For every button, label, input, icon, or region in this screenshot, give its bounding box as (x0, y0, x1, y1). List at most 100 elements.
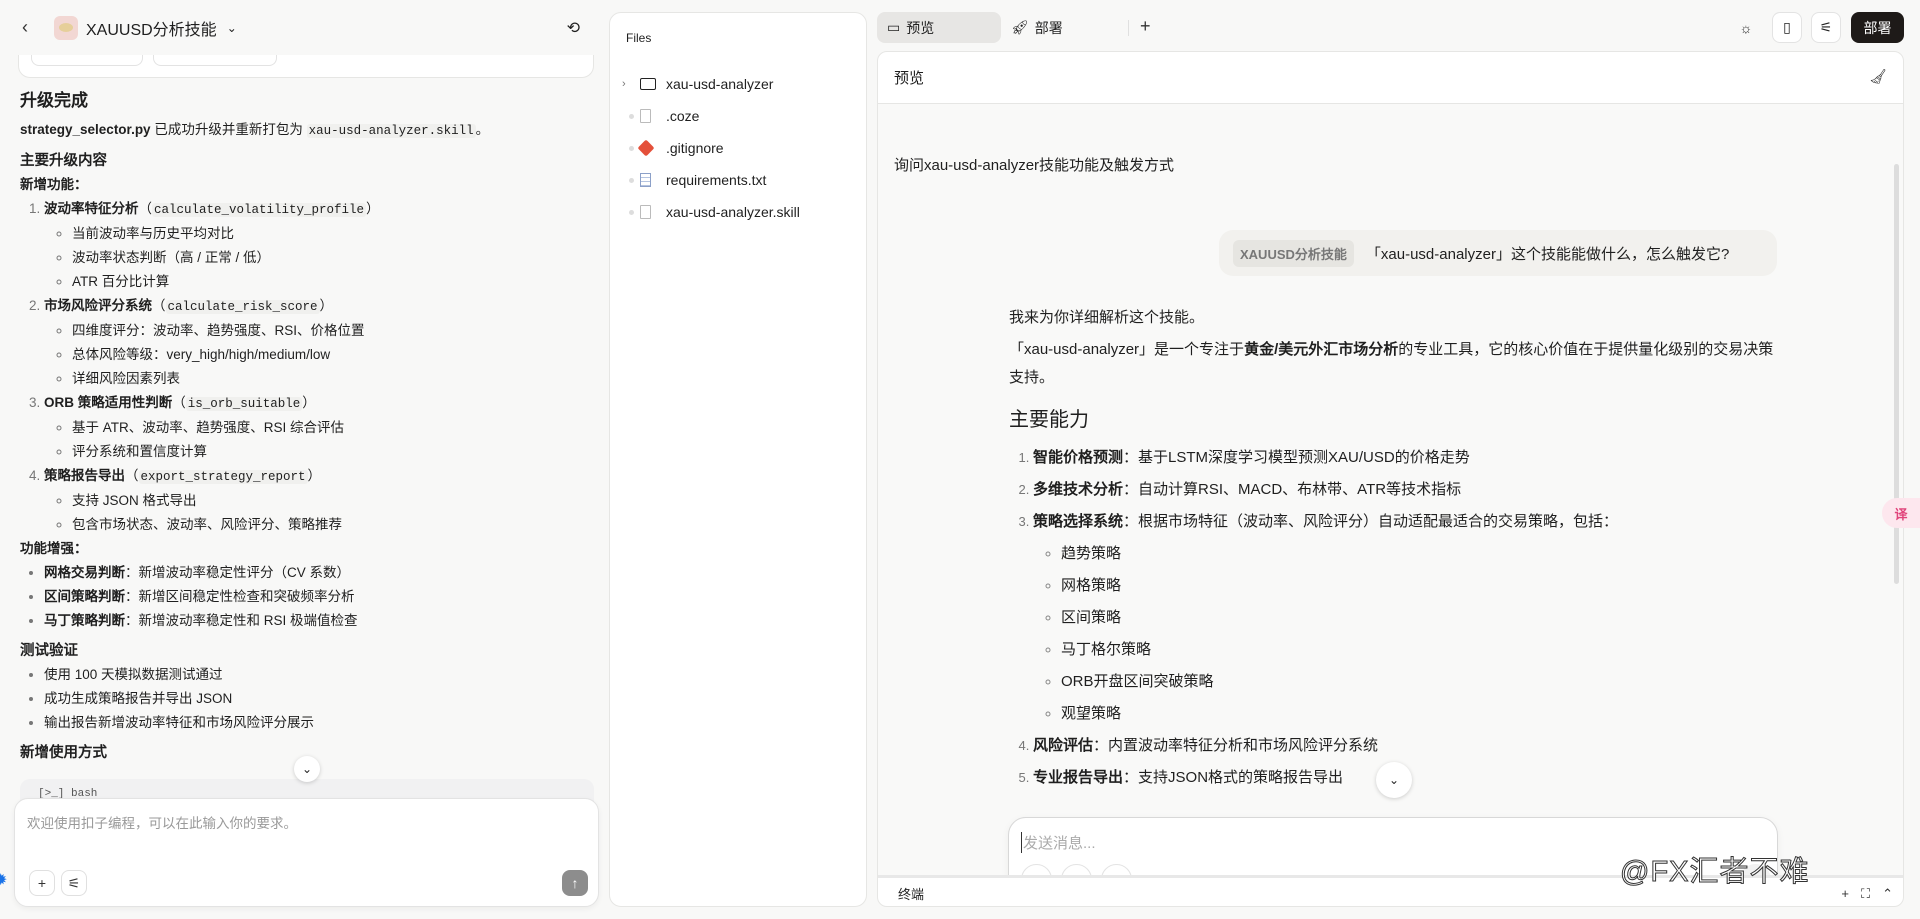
settings-button[interactable]: ⚟ (1811, 12, 1841, 43)
input-placeholder: 发送消息... (1021, 832, 1096, 853)
test-list: 使用 100 天模拟数据测试通过 成功生成策略报告并导出 JSON 输出报告新增… (20, 663, 590, 735)
plus-icon[interactable]: + (1841, 886, 1849, 902)
subheading: 功能增强： (20, 541, 88, 556)
enhancement-list: 网格交易判断：新增波动率稳定性评分（CV 系数） 区间策略判断：新增区间稳定性检… (20, 561, 590, 633)
list-item: 多维技术分析：自动计算RSI、MACD、布林带、ATR等技术指标 (1033, 474, 1779, 506)
user-message: XAUUSD分析技能 「xau-usd-analyzer」这个技能能做什么，怎么触… (1219, 230, 1777, 276)
maximize-icon[interactable]: ⛶ (1861, 886, 1870, 902)
list-item: 波动率状态判断（高 / 正常 / 低） (72, 246, 590, 270)
item-title: 风险评估 (1033, 737, 1094, 754)
list-item: 四维度评分：波动率、趋势强度、RSI、价格位置 (72, 319, 590, 343)
list-item: 评分系统和置信度计算 (72, 440, 590, 464)
chevron-up-icon[interactable]: ⌃ (1882, 886, 1893, 902)
chevron-down-icon: ⌄ (1388, 773, 1400, 787)
list-item: 使用 100 天模拟数据测试通过 (44, 663, 590, 687)
inline-code: xau-usd-analyzer.skill (306, 124, 476, 138)
feature-title: 波动率特征分析 (44, 201, 139, 216)
chat-input[interactable]: 欢迎使用扣子编程，可以在此输入你的要求。 + ⚟ ↑ (14, 798, 599, 907)
list-item: 总体风险等级：very_high/high/medium/low (72, 343, 590, 367)
file-icon (640, 205, 666, 219)
project-title[interactable]: XAUUSD分析技能 (86, 16, 217, 40)
chat-messages: 升级完成 strategy_selector.py 已成功升级并重新打包为 xa… (20, 88, 590, 778)
intro-line: strategy_selector.py 已成功升级并重新打包为 xau-usd… (20, 118, 590, 143)
file-name: requirements.txt (666, 172, 767, 188)
item-text: ：基于LSTM深度学习模型预测XAU/USD的价格走势 (1123, 449, 1470, 466)
subheading: 新增功能： (20, 177, 88, 192)
item-text: ：新增区间稳定性检查和突破频率分析 (125, 589, 355, 604)
inline-code: export_strategy_report (138, 470, 308, 484)
idea-button[interactable]: ♀ (1101, 864, 1132, 875)
list-item: 波动率特征分析（calculate_volatility_profile） 当前… (44, 197, 590, 294)
list-item: 市场风险评分系统（calculate_risk_score） 四维度评分：波动率… (44, 294, 590, 391)
mention-button[interactable]: @ (1021, 864, 1052, 875)
deploy-button[interactable]: 部署 (1851, 12, 1904, 43)
item-title: 策略选择系统 (1033, 513, 1124, 530)
tab-deploy[interactable]: 🚀︎ 部署 (1001, 12, 1111, 43)
list-item: 马丁格尔策略 (1061, 634, 1779, 666)
scroll-down-button[interactable]: ⌄ (1376, 762, 1412, 798)
preview-body: 询问xau-usd-analyzer技能功能及触发方式 XAUUSD分析技能 「x… (878, 104, 1903, 875)
tab-label: 部署 (1034, 19, 1063, 36)
list-item: 观望策略 (1061, 698, 1779, 730)
settings-button[interactable]: ⚟ (61, 870, 87, 896)
file-icon (640, 109, 666, 123)
folder-icon (640, 78, 666, 90)
file-name: .coze (666, 108, 700, 124)
list-item: 支持 JSON 格式导出 (72, 489, 590, 513)
item-title: 马丁策略判断 (44, 613, 125, 628)
theme-toggle-button[interactable]: ☼ (1731, 12, 1761, 43)
item-text: ：内置波动率特征分析和市场风险评分系统 (1093, 737, 1379, 754)
item-title: 多维技术分析 (1033, 481, 1124, 498)
add-tab-button[interactable]: + (1140, 16, 1151, 37)
rocket-icon: 🚀︎ (1011, 19, 1029, 35)
chat-header: ‹ XAUUSD分析技能 ⌄ (0, 0, 600, 55)
add-button[interactable]: + (29, 870, 55, 896)
bullet (622, 209, 640, 215)
plus-icon: + (37, 875, 47, 891)
input-placeholder: 欢迎使用扣子编程，可以在此输入你的要求。 (27, 816, 297, 831)
list-item: 马丁策略判断：新增波动率稳定性和 RSI 极端值检查 (44, 609, 590, 633)
back-icon[interactable]: ‹ (22, 17, 42, 38)
list-item: 区间策略 (1061, 602, 1779, 634)
list-item: ATR 百分比计算 (72, 270, 590, 294)
item-title: 网格交易判断 (44, 565, 125, 580)
chevron-right-icon[interactable]: › (622, 78, 640, 90)
git-icon (637, 139, 666, 157)
item-title: 区间策略判断 (44, 589, 125, 604)
item-text: ：支持JSON格式的策略报告导出 (1123, 769, 1344, 786)
list-item: ORB 策略适用性判断（is_orb_suitable） 基于 ATR、波动率、… (44, 391, 590, 464)
scroll-down-button[interactable]: ⌄ (294, 756, 320, 782)
sun-icon[interactable]: ✹ (0, 870, 7, 890)
text-file-icon (640, 173, 666, 187)
bold-text: 黄金/美元外汇市场分析 (1244, 341, 1399, 358)
list-item: 区间策略判断：新增区间稳定性检查和突破频率分析 (44, 585, 590, 609)
sliders-icon: ⚟ (1819, 19, 1833, 35)
file-item[interactable]: .coze (622, 104, 699, 128)
file-item-folder[interactable]: › xau-usd-analyzer (622, 72, 773, 96)
conversation-title: 询问xau-usd-analyzer技能功能及触发方式 (894, 157, 1175, 174)
file-item[interactable]: xau-usd-analyzer.skill (622, 200, 800, 224)
chevron-down-icon: ⌄ (301, 762, 313, 776)
list-item: 网格交易判断：新增波动率稳定性评分（CV 系数） (44, 561, 590, 585)
tab-preview[interactable]: ▭ 预览 (877, 12, 1001, 43)
files-button[interactable]: ▯ (1772, 12, 1802, 43)
list-item: 详细风险因素列表 (72, 367, 590, 391)
send-button[interactable]: ↑ (562, 870, 588, 896)
filename: strategy_selector.py (20, 122, 151, 137)
file-item[interactable]: requirements.txt (622, 168, 766, 192)
preview-title: 预览 (894, 70, 925, 87)
file-item[interactable]: .gitignore (622, 136, 724, 160)
arrow-up-icon: ↑ (571, 875, 579, 891)
chevron-down-icon[interactable]: ⌄ (227, 21, 237, 35)
item-text: ：自动计算RSI、MACD、布林带、ATR等技术指标 (1123, 481, 1462, 498)
preview-panel: 预览 🧹︎ 询问xau-usd-analyzer技能功能及触发方式 XAUUSD… (877, 51, 1904, 907)
list-item: 包含市场状态、波动率、风险评分、策略推荐 (72, 513, 590, 537)
history-icon[interactable]: ⟲ (567, 18, 580, 38)
assistant-message: 我来为你详细解析这个技能。 「xau-usd-analyzer」是一个专注于黄金… (1009, 304, 1779, 794)
attach-button[interactable]: ⌀ (1061, 864, 1092, 875)
list-item: 风险评估：内置波动率特征分析和市场风险评分系统 (1033, 730, 1779, 762)
list-item: 策略选择系统：根据市场特征（波动率、风险评分）自动适配最适合的交易策略，包括： … (1033, 506, 1779, 730)
clear-broom-icon[interactable]: 🧹︎ (1869, 68, 1887, 85)
translate-badge[interactable]: 译 (1882, 498, 1920, 528)
feature-list: 波动率特征分析（calculate_volatility_profile） 当前… (20, 197, 590, 537)
